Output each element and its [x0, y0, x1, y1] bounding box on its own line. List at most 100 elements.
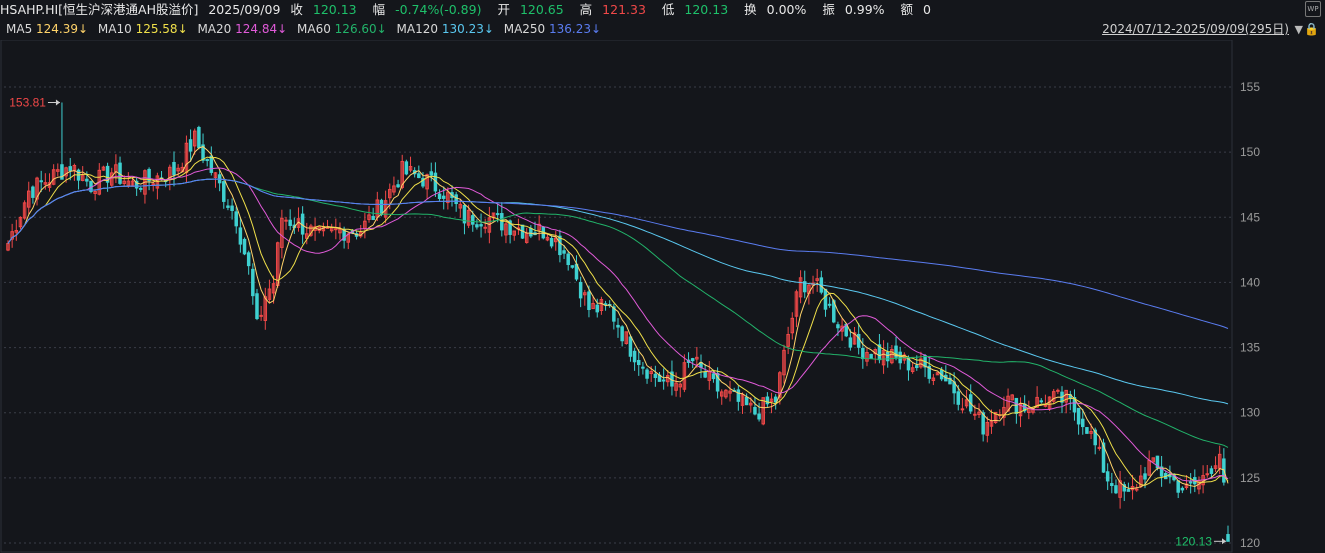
candle: [815, 268, 819, 292]
candle: [1027, 400, 1031, 420]
candle: [798, 270, 803, 304]
candle-body: [483, 226, 487, 229]
candle: [869, 353, 873, 359]
candle: [51, 164, 56, 186]
candle: [578, 276, 583, 308]
turnover-label: 换: [744, 2, 757, 17]
amount-label: 额: [900, 2, 914, 17]
ma-line-ma120: [7, 178, 1229, 405]
change-label: 幅: [372, 2, 386, 17]
candle: [583, 289, 587, 306]
candle: [475, 219, 479, 230]
candle: [765, 392, 770, 407]
candle: [653, 365, 658, 387]
candle: [93, 189, 97, 201]
lock-icon[interactable]: 🔒: [1304, 22, 1319, 37]
candle: [10, 223, 14, 248]
open-value: 120.65: [519, 2, 564, 17]
candle: [97, 163, 102, 196]
ma-legend-item-ma60[interactable]: MA60 126.60↓: [297, 22, 387, 36]
symbol-title[interactable]: HSAHP.HI[恒生沪深港通AH股溢价]: [0, 2, 198, 17]
candle: [1060, 386, 1064, 414]
candle: [549, 235, 554, 249]
candle: [118, 156, 122, 186]
candle: [383, 190, 388, 224]
candle: [786, 326, 790, 355]
candle: [1118, 470, 1122, 509]
candle: [263, 287, 268, 330]
candle-body: [288, 219, 292, 226]
candle: [1180, 486, 1185, 494]
candle-body: [475, 224, 479, 228]
candle: [213, 171, 218, 188]
candlestick-chart[interactable]: 120 125 130 135 140 145 150 155 153.81 120.13: [0, 40, 1325, 553]
candle-body: [765, 396, 770, 405]
candle-body: [645, 369, 649, 379]
candle: [1010, 394, 1014, 401]
candle: [259, 305, 263, 321]
plot-frame: [0, 40, 1233, 553]
close-value: 120.13: [312, 2, 357, 17]
candle: [338, 222, 342, 240]
candle: [1213, 456, 1218, 472]
candle: [719, 389, 724, 405]
ma-legend-item-ma120[interactable]: MA120 130.23↓: [397, 22, 494, 36]
candle-body: [371, 215, 375, 221]
candle: [802, 270, 807, 299]
y-tick-label: 130: [1240, 406, 1260, 420]
candle: [209, 146, 214, 176]
candle: [753, 396, 757, 416]
candle-body: [251, 268, 255, 297]
candle: [454, 191, 458, 212]
candle-body: [549, 237, 554, 247]
candle-body: [234, 211, 238, 227]
candle: [1209, 465, 1214, 478]
candle-body: [1226, 534, 1230, 542]
candle: [458, 199, 463, 218]
y-tick-label: 155: [1240, 80, 1260, 94]
candle-body: [1056, 389, 1060, 392]
candle-body: [334, 228, 338, 231]
candle-body: [255, 293, 259, 320]
candle-body: [628, 336, 633, 357]
candle-body: [1014, 397, 1019, 414]
candle-body: [885, 351, 890, 362]
candle: [18, 216, 23, 230]
candle: [645, 367, 649, 384]
candle: [960, 397, 965, 414]
candle: [404, 159, 409, 176]
wp-badge-icon[interactable]: WP: [1305, 1, 1321, 17]
candle: [558, 229, 562, 263]
candle: [894, 336, 898, 361]
ma-legend-item-ma10[interactable]: MA10 125.58↓: [98, 22, 188, 36]
candle: [707, 360, 712, 390]
candle: [1006, 388, 1010, 412]
candle: [968, 384, 973, 414]
ma-legend-item-ma20[interactable]: MA20 124.84↓: [197, 22, 287, 36]
candle: [188, 129, 193, 162]
candle: [881, 340, 886, 374]
candle-body: [479, 224, 483, 227]
candle: [728, 380, 732, 402]
candle-body: [570, 265, 575, 268]
candle: [230, 198, 234, 220]
candle: [234, 206, 238, 234]
annotation-label: 153.81: [9, 96, 46, 110]
ma-legend-item-ma250[interactable]: MA250 136.23↓: [504, 22, 601, 36]
date-range-selector[interactable]: 2024/07/12-2025/09/09(295日): [1102, 20, 1289, 39]
range-dropdown-icon[interactable]: ▼: [1295, 20, 1303, 39]
candle-body: [1176, 480, 1180, 493]
candle: [931, 373, 936, 386]
candle-body: [578, 281, 583, 299]
candle: [242, 237, 247, 256]
candle: [670, 360, 674, 396]
candle: [14, 219, 19, 241]
candle-body: [898, 351, 902, 364]
candle: [944, 365, 948, 382]
candle-body: [429, 171, 434, 176]
candle-body: [956, 391, 961, 405]
candle: [935, 372, 940, 376]
candle-body: [1105, 471, 1110, 482]
ma-legend-item-ma5[interactable]: MA5 124.39↓: [6, 22, 88, 36]
candle-body: [379, 199, 384, 216]
